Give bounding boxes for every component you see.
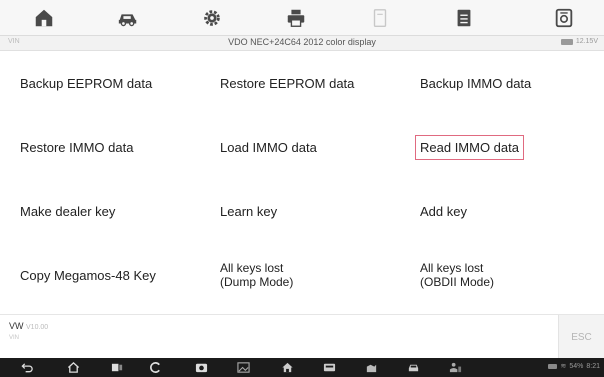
- restore-eeprom-button[interactable]: Restore EEPROM data: [216, 72, 358, 95]
- cell-restore-eeprom: Restore EEPROM data: [216, 51, 358, 115]
- info-bar: VW V10.00 VIN ESC: [0, 314, 604, 359]
- cell-copy-megamos: Copy Megamos-48 Key: [16, 243, 160, 307]
- make-dealer-key-button[interactable]: Make dealer key: [16, 200, 119, 223]
- vehicle-info-line: VIN: [9, 335, 20, 341]
- data-logging-icon[interactable]: [552, 6, 576, 30]
- vci-icon[interactable]: [322, 361, 336, 374]
- vehicle-app-icon[interactable]: [406, 361, 420, 374]
- cell-load-immo: Load IMMO data: [216, 115, 321, 179]
- remote-app-icon[interactable]: [448, 361, 462, 374]
- battery-voltage: 12.15V: [560, 38, 598, 45]
- all-keys-lost-obd-line2: (OBDII Mode): [420, 275, 495, 289]
- add-key-button[interactable]: Add key: [416, 200, 471, 223]
- cell-learn-key: Learn key: [216, 179, 281, 243]
- battery-icon: [560, 38, 573, 45]
- back-icon[interactable]: [20, 361, 34, 374]
- all-keys-lost-dump-line2: (Dump Mode): [220, 275, 294, 289]
- vehicle-make-version: V10.00: [26, 324, 49, 331]
- cell-all-keys-lost-dump: All keys lost (Dump Mode): [216, 243, 297, 307]
- backup-eeprom-button[interactable]: Backup EEPROM data: [16, 72, 156, 95]
- all-keys-lost-dump-line1: All keys lost: [220, 261, 284, 275]
- cell-make-dealer-key: Make dealer key: [16, 179, 119, 243]
- vehicle-make: VW V10.00: [9, 321, 48, 331]
- function-grid: Backup EEPROM data Restore EEPROM data B…: [0, 51, 604, 309]
- android-nav-bar: ≋ 54% 8:21: [0, 358, 604, 377]
- cell-restore-immo: Restore IMMO data: [16, 115, 137, 179]
- load-immo-button[interactable]: Load IMMO data: [216, 136, 321, 159]
- battery-status-icon: [548, 363, 558, 369]
- print-icon[interactable]: [284, 6, 308, 30]
- cell-backup-eeprom: Backup EEPROM data: [16, 51, 156, 115]
- recent-apps-icon[interactable]: [110, 361, 124, 374]
- backup-immo-button[interactable]: Backup IMMO data: [416, 72, 535, 95]
- nav-home-icon[interactable]: [66, 361, 80, 374]
- all-keys-lost-obd-line1: All keys lost: [420, 261, 484, 275]
- cell-all-keys-lost-obd: All keys lost (OBDII Mode): [416, 243, 498, 307]
- diagnostics-app-icon[interactable]: [364, 361, 378, 374]
- restore-immo-button[interactable]: Restore IMMO data: [16, 136, 137, 159]
- read-immo-button[interactable]: Read IMMO data: [415, 134, 524, 160]
- status-area: ≋ 54% 8:21: [548, 362, 600, 370]
- title-bar: VIN VDO NEC+24C64 2012 color display 12.…: [0, 36, 604, 51]
- page-title: VDO NEC+24C64 2012 color display: [228, 37, 376, 47]
- cell-add-key: Add key: [416, 179, 471, 243]
- car-icon[interactable]: [116, 6, 140, 30]
- battery-percent: 54%: [569, 362, 584, 370]
- refresh-icon[interactable]: [148, 361, 162, 374]
- vehicle-make-name: VW: [9, 321, 24, 331]
- esc-button[interactable]: ESC: [558, 315, 604, 359]
- home-app-icon[interactable]: [280, 361, 294, 374]
- cell-backup-immo: Backup IMMO data: [416, 51, 535, 115]
- learn-key-button[interactable]: Learn key: [216, 200, 281, 223]
- gear-icon[interactable]: [200, 6, 224, 30]
- copy-megamos-button[interactable]: Copy Megamos-48 Key: [16, 264, 160, 287]
- help-icon[interactable]: [368, 6, 392, 30]
- wifi-icon: ≋: [560, 363, 567, 370]
- screenshot-icon[interactable]: [194, 361, 208, 374]
- top-toolbar: [0, 0, 604, 36]
- clock: 8:21: [586, 362, 600, 370]
- gallery-icon[interactable]: [236, 361, 250, 374]
- all-keys-lost-obd-button[interactable]: All keys lost (OBDII Mode): [416, 257, 498, 293]
- notepad-icon[interactable]: [452, 6, 476, 30]
- home-icon[interactable]: [32, 6, 56, 30]
- battery-voltage-text: 12.15V: [575, 38, 598, 45]
- cell-read-immo: Read IMMO data: [415, 115, 524, 179]
- all-keys-lost-dump-button[interactable]: All keys lost (Dump Mode): [216, 257, 297, 293]
